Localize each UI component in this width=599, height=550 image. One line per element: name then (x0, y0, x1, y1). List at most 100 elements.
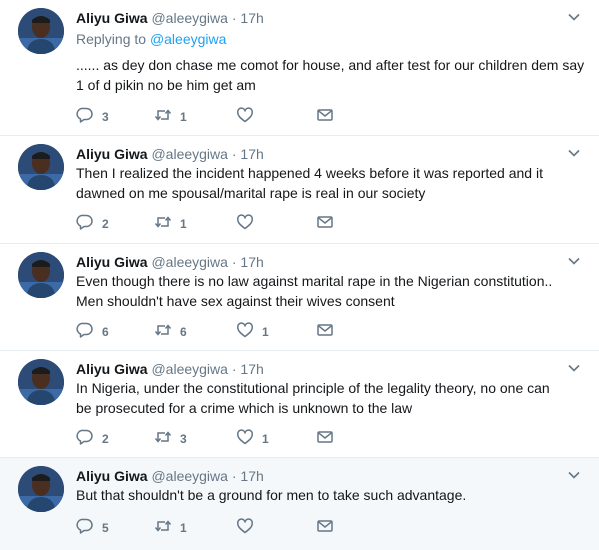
timestamp[interactable]: 17h (240, 361, 263, 377)
reply-icon (76, 428, 94, 451)
reply-button[interactable]: 2 (76, 214, 109, 234)
message-button[interactable] (316, 214, 334, 234)
separator-dot: · (231, 361, 237, 377)
like-icon (236, 106, 254, 129)
avatar[interactable] (18, 359, 64, 405)
tweet-actions: 2 3 1 (76, 428, 366, 451)
user-name[interactable]: Aliyu Giwa (76, 361, 148, 377)
tweet-header: Aliyu Giwa @aleeygiwa · 17h (76, 467, 264, 485)
separator-dot: · (231, 468, 237, 484)
reply-icon (76, 321, 94, 344)
tweet-header: Aliyu Giwa @aleeygiwa · 17h (76, 360, 264, 378)
tweet-header: Aliyu Giwa @aleeygiwa · 17h (76, 9, 264, 27)
retweet-icon (154, 517, 172, 540)
user-name[interactable]: Aliyu Giwa (76, 468, 148, 484)
retweet-icon (154, 428, 172, 451)
reply-count: 2 (102, 217, 109, 231)
like-button[interactable] (236, 517, 262, 538)
separator-dot: · (231, 254, 237, 270)
retweet-icon (154, 321, 172, 344)
tweet-text-line: 1 of d pikin no be him get am (76, 77, 256, 93)
reply-count: 6 (102, 325, 109, 339)
reply-icon (76, 517, 94, 540)
tweet-actions: 6 6 1 (76, 321, 366, 344)
tweet-header: Aliyu Giwa @aleeygiwa · 17h (76, 145, 264, 163)
separator-dot: · (231, 10, 237, 26)
user-handle[interactable]: @aleeygiwa (151, 361, 227, 377)
timestamp[interactable]: 17h (240, 10, 263, 26)
separator-dot: · (231, 146, 237, 162)
avatar[interactable] (18, 252, 64, 298)
tweet-text-line: Then I realized the incident happened 4 … (76, 165, 543, 181)
user-name[interactable]: Aliyu Giwa (76, 146, 148, 162)
message-icon (316, 106, 334, 129)
message-button[interactable] (316, 429, 334, 449)
tweet-text: In Nigeria, under the constitutional pri… (76, 378, 586, 418)
avatar[interactable] (18, 8, 64, 54)
message-button[interactable] (316, 107, 334, 127)
user-handle[interactable]: @aleeygiwa (151, 146, 227, 162)
tweet-text: ...... as dey don chase me comot for hou… (76, 55, 586, 95)
tweet-actions: 5 1 (76, 517, 366, 538)
user-name[interactable]: Aliyu Giwa (76, 10, 148, 26)
tweet-text: But that shouldn't be a ground for men t… (76, 485, 586, 505)
retweet-icon (154, 213, 172, 236)
timestamp[interactable]: 17h (240, 146, 263, 162)
avatar[interactable] (18, 466, 64, 512)
message-icon (316, 321, 334, 344)
chevron-down-icon[interactable] (567, 10, 581, 24)
message-button[interactable] (316, 518, 334, 538)
retweet-button[interactable]: 1 (154, 518, 187, 538)
retweet-button[interactable]: 1 (154, 107, 187, 127)
retweet-button[interactable]: 3 (154, 429, 187, 449)
chevron-down-icon[interactable] (567, 254, 581, 268)
reply-button[interactable]: 3 (76, 107, 109, 127)
timestamp[interactable]: 17h (240, 468, 263, 484)
user-name[interactable]: Aliyu Giwa (76, 254, 148, 270)
reply-button[interactable]: 2 (76, 429, 109, 449)
timestamp[interactable]: 17h (240, 254, 263, 270)
message-button[interactable] (316, 322, 334, 342)
like-button[interactable] (236, 106, 262, 129)
tweet-text-line: ...... as dey don chase me comot for hou… (76, 57, 585, 73)
like-icon (236, 428, 254, 451)
reply-button[interactable]: 6 (76, 322, 109, 342)
tweet-actions: 3 1 (76, 106, 366, 129)
tweet-text-line: Even though there is no law against mari… (76, 273, 553, 289)
like-button[interactable]: 1 (236, 428, 269, 451)
tweet[interactable]: Aliyu Giwa @aleeygiwa · 17h Even though … (0, 244, 599, 351)
message-icon (316, 517, 334, 540)
tweet[interactable]: Aliyu Giwa @aleeygiwa · 17h Then I reali… (0, 136, 599, 244)
reply-button[interactable]: 5 (76, 518, 109, 538)
tweet[interactable]: Aliyu Giwa @aleeygiwa · 17h In Nigeria, … (0, 351, 599, 458)
retweet-count: 1 (180, 110, 187, 124)
user-handle[interactable]: @aleeygiwa (151, 10, 227, 26)
retweet-count: 1 (180, 217, 187, 231)
retweet-count: 1 (180, 521, 187, 535)
avatar[interactable] (18, 144, 64, 190)
retweet-count: 3 (180, 432, 187, 446)
reply-icon (76, 106, 94, 129)
retweet-icon (154, 106, 172, 129)
like-icon (236, 321, 254, 344)
replying-to-link[interactable]: @aleeygiwa (150, 31, 226, 47)
chevron-down-icon[interactable] (567, 146, 581, 160)
tweet[interactable]: Aliyu Giwa @aleeygiwa · 17h But that sho… (0, 458, 599, 550)
like-icon (236, 213, 254, 236)
retweet-button[interactable]: 1 (154, 214, 187, 234)
retweet-button[interactable]: 6 (154, 322, 187, 342)
like-button[interactable] (236, 213, 262, 236)
chevron-down-icon[interactable] (567, 468, 581, 482)
user-handle[interactable]: @aleeygiwa (151, 468, 227, 484)
replying-to-label: Replying to (76, 31, 150, 47)
like-button[interactable]: 1 (236, 321, 269, 344)
message-icon (316, 213, 334, 236)
chevron-down-icon[interactable] (567, 361, 581, 375)
tweet-text-line: In Nigeria, under the constitutional pri… (76, 380, 550, 396)
user-handle[interactable]: @aleeygiwa (151, 254, 227, 270)
retweet-count: 6 (180, 325, 187, 339)
tweet[interactable]: Aliyu Giwa @aleeygiwa · 17h Replying to … (0, 0, 599, 136)
tweet-text-line: But that shouldn't be a ground for men t… (76, 487, 467, 503)
replying-to: Replying to @aleeygiwa (76, 30, 226, 48)
tweet-text-line: be prosecuted for a crime which is unkno… (76, 400, 413, 416)
